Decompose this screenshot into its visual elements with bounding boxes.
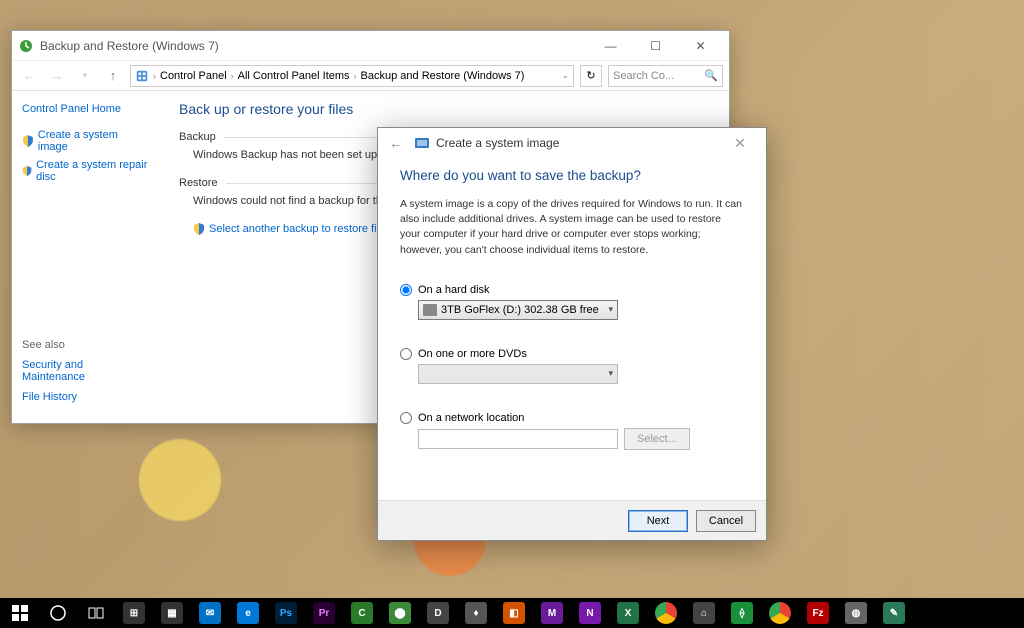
address-bar-row: ← → ▾ ↑ › Control Panel › All Control Pa… xyxy=(12,61,729,91)
taskbar-app-d[interactable]: D xyxy=(420,598,456,628)
minimize-button[interactable]: — xyxy=(588,32,633,60)
radio-network[interactable] xyxy=(400,412,412,424)
system-image-wizard: ← Create a system image ✕ Where do you w… xyxy=(377,127,767,541)
maximize-button[interactable]: ☐ xyxy=(633,32,678,60)
wizard-heading: Where do you want to save the backup? xyxy=(400,168,744,183)
breadcrumb-mid[interactable]: All Control Panel Items xyxy=(238,70,350,82)
start-button[interactable] xyxy=(2,598,38,628)
backup-icon xyxy=(18,38,34,54)
chevron-down-icon[interactable]: ⌄ xyxy=(561,70,569,81)
address-bar[interactable]: › Control Panel › All Control Panel Item… xyxy=(130,65,574,87)
breadcrumb-leaf[interactable]: Backup and Restore (Windows 7) xyxy=(361,70,525,82)
chevron-down-icon: ▾ xyxy=(608,304,613,315)
nav-back-button[interactable]: ← xyxy=(18,65,40,87)
breadcrumb-root[interactable]: Control Panel xyxy=(160,70,227,82)
taskbar-calculator[interactable]: ▦ xyxy=(154,598,190,628)
taskbar-mail[interactable]: ✉ xyxy=(192,598,228,628)
dvd-combo: ▾ xyxy=(418,364,618,384)
search-input[interactable]: Search Co... 🔍 xyxy=(608,65,723,87)
system-image-icon xyxy=(414,135,430,151)
taskbar-app-sh[interactable]: ⌂ xyxy=(686,598,722,628)
chevron-right-icon: › xyxy=(231,71,234,81)
wizard-close-button[interactable]: ✕ xyxy=(720,131,760,155)
task-view-button[interactable] xyxy=(78,598,114,628)
wizard-titlebar[interactable]: ← Create a system image ✕ xyxy=(378,128,766,158)
disk-combo[interactable]: 3TB GoFlex (D:) 302.38 GB free ▾ xyxy=(418,300,618,320)
search-placeholder: Search Co... xyxy=(613,70,674,82)
nav-recent-button[interactable]: ▾ xyxy=(74,65,96,87)
shield-icon xyxy=(22,135,34,147)
file-history-link[interactable]: File History xyxy=(22,391,149,403)
taskbar-app-pin[interactable]: ◍ xyxy=(838,598,874,628)
taskbar-app-m[interactable]: M xyxy=(534,598,570,628)
chevron-down-icon: ▾ xyxy=(608,368,613,379)
search-icon: 🔍 xyxy=(704,69,718,82)
shield-icon xyxy=(193,223,205,235)
nav-forward-button[interactable]: → xyxy=(46,65,68,87)
shield-icon xyxy=(22,165,32,177)
taskbar-app-bt[interactable]: ⟠ xyxy=(724,598,760,628)
option-hard-disk[interactable]: On a hard disk xyxy=(400,284,744,296)
option-network[interactable]: On a network location xyxy=(400,412,744,424)
next-button[interactable]: Next xyxy=(628,510,688,532)
refresh-button[interactable]: ↻ xyxy=(580,65,602,87)
taskbar-app-c[interactable]: C xyxy=(344,598,380,628)
close-button[interactable]: ✕ xyxy=(678,32,723,60)
create-repair-disc-link[interactable]: Create a system repair disc xyxy=(22,159,149,183)
nav-up-button[interactable]: ↑ xyxy=(102,65,124,87)
wizard-description: A system image is a copy of the drives r… xyxy=(400,197,744,258)
control-panel-home-link[interactable]: Control Panel Home xyxy=(22,103,149,115)
disk-combo-value: 3TB GoFlex (D:) 302.38 GB free xyxy=(441,304,599,316)
taskbar-app-green[interactable]: ⬤ xyxy=(382,598,418,628)
drive-icon xyxy=(423,304,437,316)
taskbar-store[interactable]: ⊞ xyxy=(116,598,152,628)
chevron-right-icon: › xyxy=(354,71,357,81)
chevron-right-icon: › xyxy=(153,71,156,81)
page-heading: Back up or restore your files xyxy=(179,101,709,117)
taskbar-app-orange[interactable]: ◧ xyxy=(496,598,532,628)
titlebar[interactable]: Backup and Restore (Windows 7) — ☐ ✕ xyxy=(12,31,729,61)
taskbar-onenote[interactable]: N xyxy=(572,598,608,628)
wizard-title: Create a system image xyxy=(436,136,720,150)
security-maintenance-link[interactable]: Security and Maintenance xyxy=(22,359,149,383)
option-dvd[interactable]: On one or more DVDs xyxy=(400,348,744,360)
taskbar-excel[interactable]: X xyxy=(610,598,646,628)
radio-dvd[interactable] xyxy=(400,348,412,360)
radio-hard-disk[interactable] xyxy=(400,284,412,296)
see-also-heading: See also xyxy=(22,339,149,351)
taskbar-chrome-2[interactable] xyxy=(762,598,798,628)
taskbar-photoshop[interactable]: Ps xyxy=(268,598,304,628)
cortana-button[interactable] xyxy=(40,598,76,628)
sidebar: Control Panel Home Create a system image… xyxy=(12,91,159,423)
taskbar-chrome[interactable] xyxy=(648,598,684,628)
taskbar-app-h[interactable]: ♦ xyxy=(458,598,494,628)
create-system-image-link[interactable]: Create a system image xyxy=(22,129,149,153)
window-title: Backup and Restore (Windows 7) xyxy=(40,39,588,53)
wizard-back-button[interactable]: ← xyxy=(384,131,408,155)
network-path-input[interactable] xyxy=(418,429,618,449)
cancel-button[interactable]: Cancel xyxy=(696,510,756,532)
control-panel-icon xyxy=(135,69,149,83)
taskbar[interactable]: ⊞ ▦ ✉ e Ps Pr C ⬤ D ♦ ◧ M N X ⌂ ⟠ Fz ◍ ✎ xyxy=(0,598,1024,628)
wizard-footer: Next Cancel xyxy=(378,500,766,540)
taskbar-premiere[interactable]: Pr xyxy=(306,598,342,628)
select-network-button[interactable]: Select... xyxy=(624,428,690,450)
taskbar-filezilla[interactable]: Fz xyxy=(800,598,836,628)
taskbar-app-tool[interactable]: ✎ xyxy=(876,598,912,628)
taskbar-edge[interactable]: e xyxy=(230,598,266,628)
